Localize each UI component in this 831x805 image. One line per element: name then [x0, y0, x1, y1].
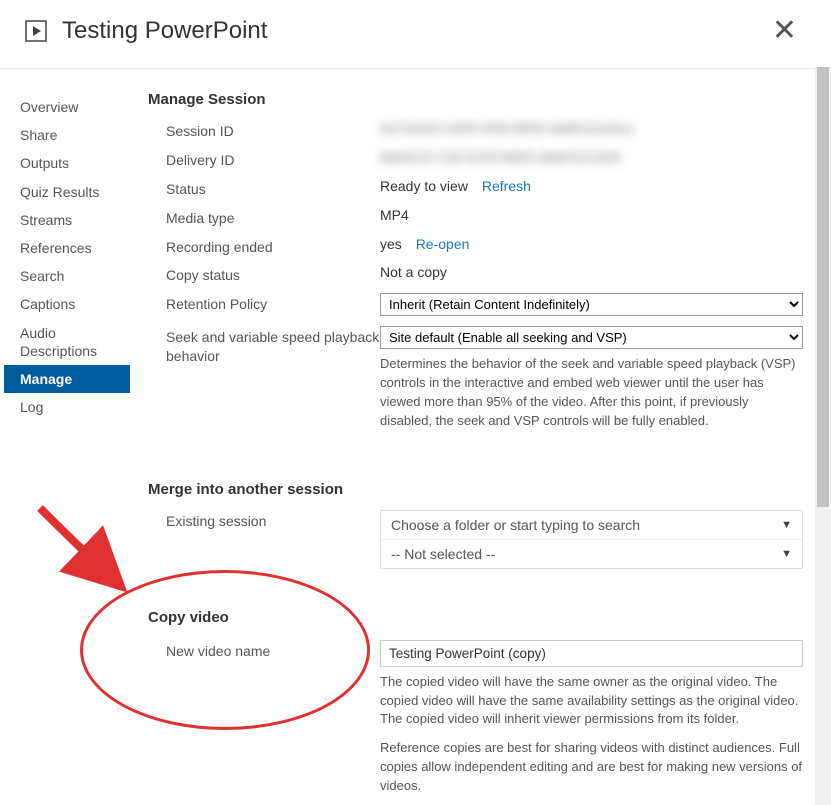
copy-help-2: Reference copies are best for sharing vi…	[380, 739, 803, 796]
content-panel: Manage Session Session ID 5a7cb315-e545-…	[130, 69, 831, 804]
existing-session-picker[interactable]: Choose a folder or start typing to searc…	[380, 510, 803, 569]
new-video-name-input[interactable]	[380, 640, 803, 667]
session-id-label: Session ID	[148, 120, 380, 141]
recording-ended-label: Recording ended	[148, 236, 380, 257]
sidebar-item-overview[interactable]: Overview	[4, 93, 130, 121]
reopen-link[interactable]: Re-open	[416, 236, 470, 252]
dialog-header: Testing PowerPoint ✕	[0, 0, 831, 69]
copy-status-label: Copy status	[148, 264, 380, 285]
existing-session-label: Existing session	[148, 510, 380, 531]
sidebar-item-audio-descriptions[interactable]: Audio Descriptions	[4, 319, 130, 365]
sidebar-item-quiz-results[interactable]: Quiz Results	[4, 178, 130, 206]
media-type-label: Media type	[148, 207, 380, 228]
sidebar-item-streams[interactable]: Streams	[4, 206, 130, 234]
sidebar-item-search[interactable]: Search	[4, 262, 130, 290]
sidebar-item-manage[interactable]: Manage	[4, 365, 130, 393]
sidebar: Overview Share Outputs Quiz Results Stre…	[0, 69, 130, 804]
copy-status-value: Not a copy	[380, 264, 803, 280]
play-icon	[24, 19, 48, 43]
seek-behavior-help: Determines the behavior of the seek and …	[380, 355, 803, 430]
media-type-value: MP4	[380, 207, 803, 223]
sidebar-item-share[interactable]: Share	[4, 121, 130, 149]
sidebar-item-references[interactable]: References	[4, 234, 130, 262]
chevron-down-icon: ▼	[781, 519, 792, 531]
retention-policy-label: Retention Policy	[148, 293, 380, 314]
seek-behavior-label: Seek and variable speed playback behavio…	[148, 326, 380, 366]
seek-behavior-select[interactable]: Site default (Enable all seeking and VSP…	[380, 326, 803, 349]
copy-video-heading: Copy video	[148, 609, 803, 626]
recording-ended-value: yes	[380, 236, 402, 252]
sidebar-item-outputs[interactable]: Outputs	[4, 149, 130, 177]
status-label: Status	[148, 178, 380, 199]
chevron-down-icon: ▼	[781, 548, 792, 560]
sidebar-item-log[interactable]: Log	[4, 393, 130, 421]
sidebar-item-captions[interactable]: Captions	[4, 290, 130, 318]
session-id-value: 5a7cb315-e545-4f18-8630-a8d0111c61a	[380, 120, 803, 136]
close-button[interactable]: ✕	[762, 14, 807, 48]
scrollbar[interactable]	[815, 67, 831, 805]
scrollbar-thumb[interactable]	[817, 67, 829, 507]
status-value: Ready to view	[380, 178, 468, 194]
session-not-selected: -- Not selected --	[391, 546, 495, 562]
manage-session-heading: Manage Session	[148, 91, 803, 108]
folder-search-placeholder: Choose a folder or start typing to searc…	[391, 517, 640, 533]
delivery-id-label: Delivery ID	[148, 149, 380, 170]
dialog-title: Testing PowerPoint	[62, 17, 762, 45]
delivery-id-value: b8e6110-13d-4219-8600-a8d0111c626	[380, 149, 803, 165]
refresh-link[interactable]: Refresh	[482, 178, 531, 194]
retention-policy-select[interactable]: Inherit (Retain Content Indefinitely)	[380, 293, 803, 316]
merge-heading: Merge into another session	[148, 481, 803, 498]
copy-help-1: The copied video will have the same owne…	[380, 673, 803, 730]
new-video-name-label: New video name	[148, 640, 380, 661]
